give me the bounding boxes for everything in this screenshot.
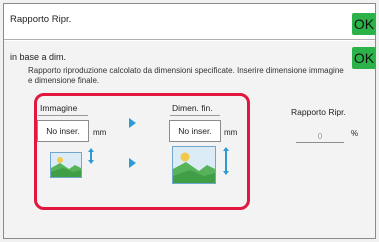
- image-size-field[interactable]: No inser.: [37, 120, 89, 142]
- image-size-label: Immagine: [40, 103, 78, 113]
- mode-label: in base a dim.: [10, 52, 67, 62]
- final-size-field[interactable]: No inser.: [169, 120, 221, 142]
- right-arrow-icon: [129, 158, 136, 168]
- vertical-resize-icon: [88, 148, 94, 164]
- large-image-icon: [172, 146, 216, 184]
- page-title: Rapporto Ripr.: [10, 14, 72, 25]
- final-size-unit: mm: [224, 128, 238, 137]
- ok-button-mode[interactable]: OK: [352, 47, 376, 69]
- instruction-text: Rapporto riproduzione calcolato da dimen…: [28, 66, 344, 85]
- ratio-unit: %: [351, 129, 359, 138]
- small-image-icon: [50, 152, 82, 178]
- final-size-label: Dimen. fin.: [172, 103, 213, 113]
- ok-button-top[interactable]: OK: [352, 13, 376, 35]
- header-divider: [4, 39, 375, 40]
- ratio-label: Rapporto Ripr.: [291, 107, 346, 117]
- screen: Rapporto Ripr. OK in base a dim. OK Rapp…: [0, 0, 379, 242]
- image-label-underline: [38, 115, 88, 116]
- ratio-underline: [296, 142, 344, 143]
- final-label-underline: [170, 115, 220, 116]
- ratio-value: 0: [317, 132, 323, 141]
- right-arrow-icon: [129, 118, 136, 128]
- image-size-unit: mm: [93, 128, 107, 137]
- vertical-resize-icon: [223, 147, 229, 175]
